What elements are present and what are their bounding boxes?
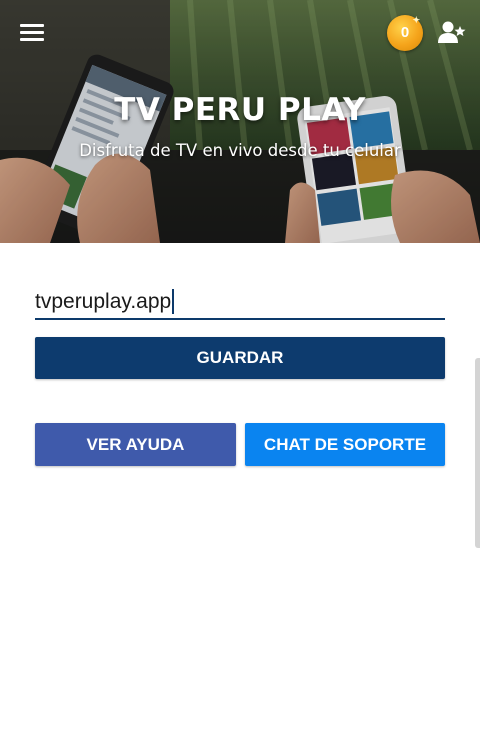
sparkle-icon: ✦ — [412, 15, 420, 25]
app-title: TV PERU PLAY — [114, 92, 366, 128]
app-subtitle: Disfruta de TV en vivo desde tu celular — [79, 141, 401, 160]
edge-scroll-handle[interactable] — [475, 358, 480, 548]
support-chat-button[interactable]: CHAT DE SOPORTE — [245, 423, 445, 466]
coin-badge[interactable]: 0 ✦ — [387, 15, 423, 51]
help-button[interactable]: VER AYUDA — [35, 423, 236, 466]
coin-count: 0 — [400, 24, 410, 41]
save-button[interactable]: GUARDAR — [35, 337, 445, 379]
menu-icon[interactable] — [20, 22, 44, 42]
server-url-field[interactable]: tvperuplay.app — [35, 286, 445, 320]
server-url-value: tvperuplay.app — [35, 290, 172, 313]
app-screen: TV PERU PLAY Disfruta de TV en vivo desd… — [0, 0, 480, 740]
text-cursor — [172, 289, 175, 314]
user-star-icon[interactable] — [438, 20, 466, 44]
hero-banner: TV PERU PLAY Disfruta de TV en vivo desd… — [0, 0, 480, 243]
